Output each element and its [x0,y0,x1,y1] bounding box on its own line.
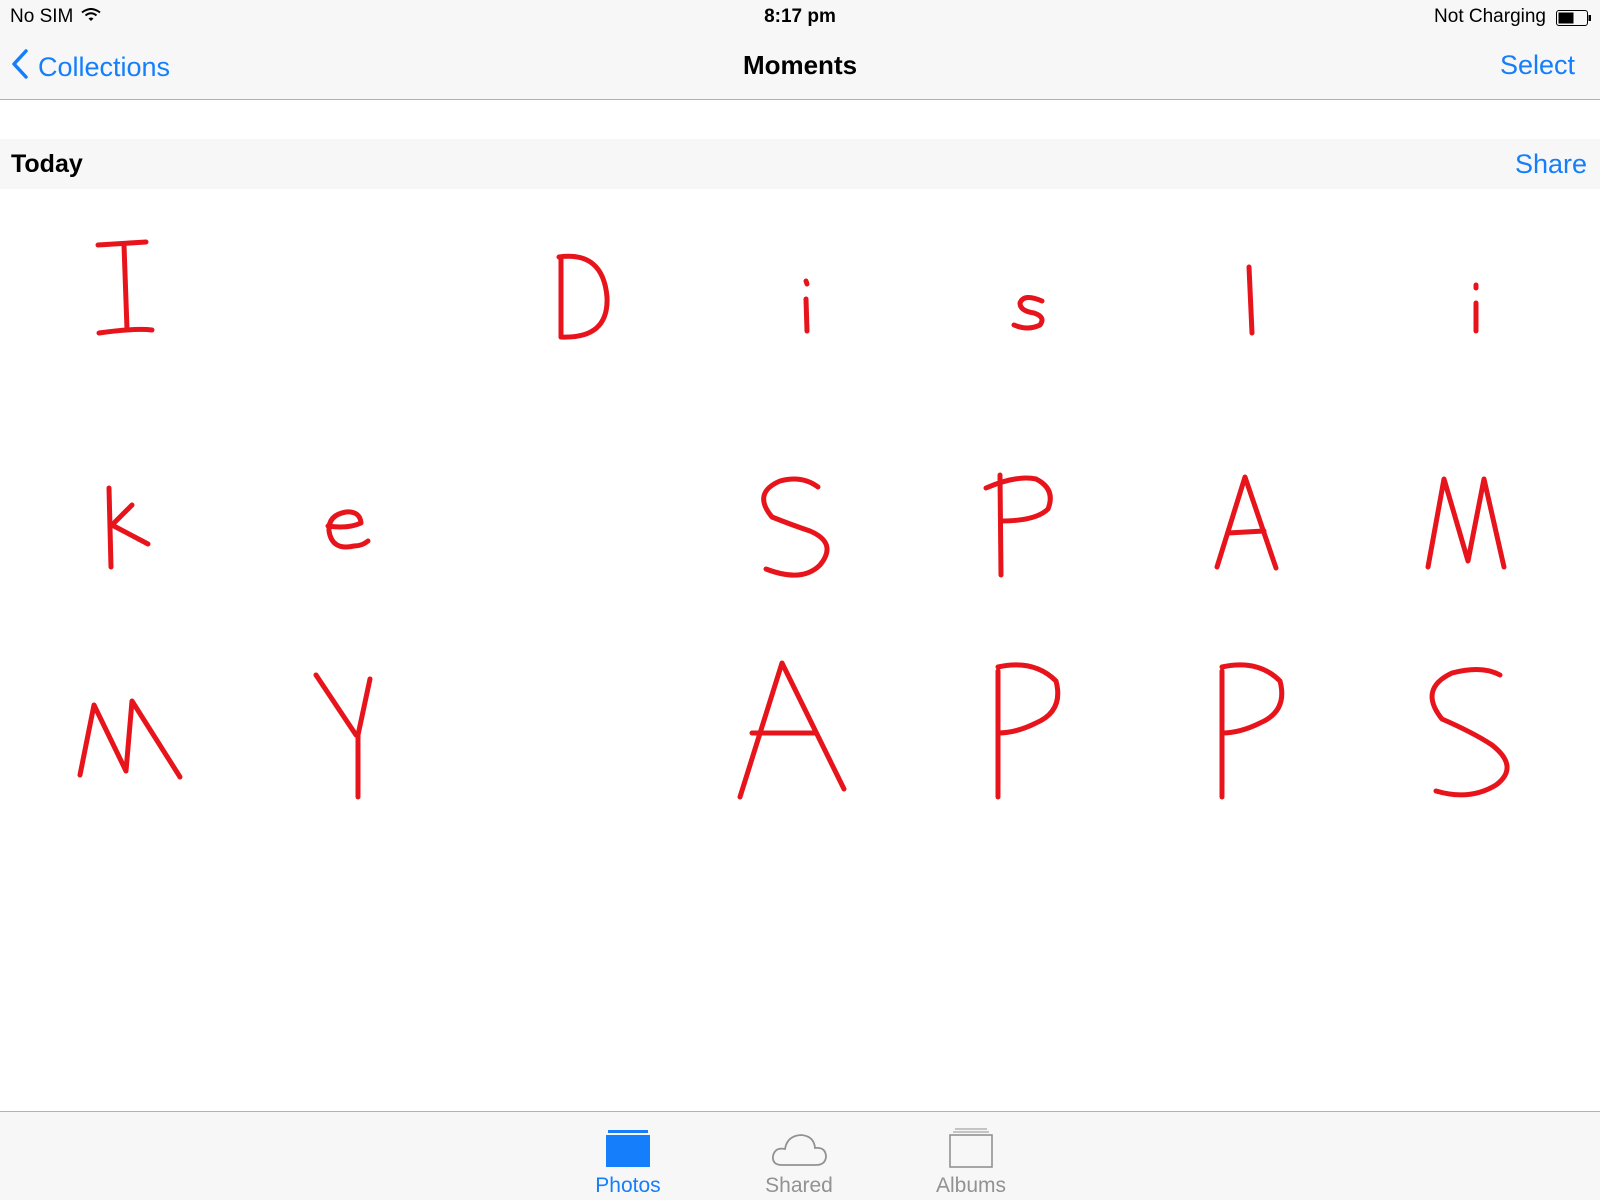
handwritten-letter-image [77,698,183,780]
photo-thumbnail[interactable] [1364,189,1580,405]
photo-thumbnail[interactable] [20,413,236,629]
photo-thumbnail[interactable] [468,637,684,853]
handwritten-letter-image [1246,264,1255,336]
handwritten-letter-image [1429,667,1510,798]
photo-thumbnail[interactable] [20,637,236,853]
tab-label: Albums [935,1174,1007,1197]
photo-thumbnail[interactable] [1140,637,1356,853]
handwritten-letter-image [1214,474,1279,571]
photo-thumbnail[interactable] [244,637,460,853]
photo-thumbnail[interactable] [244,189,460,405]
photo-thumbnail[interactable] [468,189,684,405]
blank-image [244,189,460,405]
tab-label: Photos [595,1174,661,1197]
photo-thumbnail[interactable] [244,413,460,629]
photo-thumbnail[interactable] [692,189,908,405]
back-button-label: Collections [38,52,171,82]
status-bar: No SIM 8:17 pm Not Charging [0,0,1600,34]
photo-thumbnail[interactable] [692,413,908,629]
tab-photos[interactable]: Photos [568,1124,688,1198]
photo-thumbnail[interactable] [20,189,236,405]
handwritten-letter-image [737,660,847,800]
handwritten-letter-image [1425,476,1507,570]
photo-thumbnail[interactable] [1364,637,1580,853]
photo-thumbnail[interactable] [692,637,908,853]
photo-thumbnail[interactable] [1140,189,1356,405]
battery-icon [1556,9,1591,26]
charging-status: Not Charging [1434,6,1546,27]
handwritten-letter-image [761,476,830,578]
handwritten-letter-image [1473,282,1479,334]
section-header: Today Share [0,139,1600,189]
tab-label: Shared [765,1174,833,1197]
handwritten-letter-image [95,239,155,336]
photo-thumbnail[interactable] [916,637,1132,853]
select-button[interactable]: Select [1500,50,1575,81]
handwritten-letter-image [1011,295,1045,331]
section-title: Today [11,150,83,178]
handwritten-letter-image [106,485,151,570]
photo-thumbnail[interactable] [1140,413,1356,629]
photo-thumbnail[interactable] [916,413,1132,629]
tab-albums[interactable]: Albums [911,1124,1031,1198]
page-title: Moments [742,50,858,80]
photo-grid [0,189,1600,879]
photo-thumbnail[interactable] [468,413,684,629]
handwritten-letter-image [556,253,610,340]
handwritten-letter-image [995,662,1061,800]
photo-thumbnail[interactable] [916,189,1132,405]
share-button[interactable]: Share [1515,149,1587,180]
cloud-icon [739,1124,859,1168]
handwritten-letter-image [313,672,373,800]
blank-image [468,413,684,629]
status-right: Not Charging [1434,6,1591,28]
handwritten-letter-image [803,278,810,334]
photo-thumbnail[interactable] [1364,413,1580,629]
chevron-left-icon [10,48,38,87]
handwritten-letter-image [983,472,1053,578]
handwritten-letter-image [325,509,371,550]
tab-bar: Photos Shared Albums [0,1111,1600,1200]
tab-shared[interactable]: Shared [739,1124,859,1198]
back-button[interactable]: Collections [10,48,170,87]
handwritten-letter-image [1219,662,1285,800]
status-time: 8:17 pm [764,6,836,27]
blank-image [468,637,684,853]
photos-icon [568,1124,688,1168]
navigation-bar: Collections Moments Select [0,34,1600,100]
albums-icon [911,1124,1031,1168]
